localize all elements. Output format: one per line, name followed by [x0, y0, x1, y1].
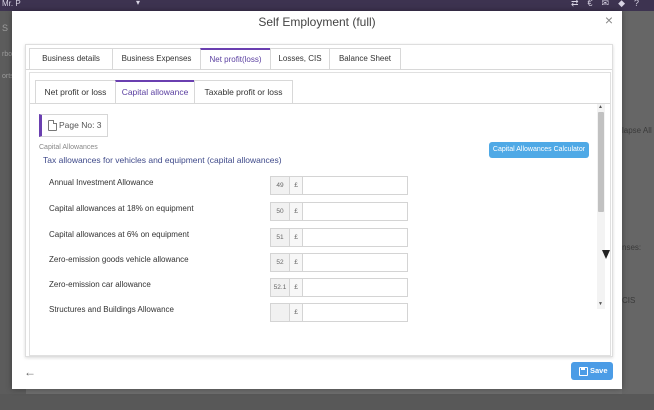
box-number: 52.1 [271, 279, 290, 296]
subtab-net-profit-or-loss[interactable]: Net profit or loss [35, 80, 116, 103]
capital-allowance-6-input[interactable] [303, 229, 406, 246]
close-icon[interactable]: × [605, 12, 613, 28]
top-icons: ⇄€✉◆? [571, 0, 648, 9]
page-number-badge: Page No: 3 [39, 114, 108, 137]
capital-allowance-18-input[interactable] [303, 203, 406, 220]
chevron-down-icon[interactable]: ▾ [136, 0, 140, 7]
row-label-structures-buildings: Structures and Buildings Allowance [49, 305, 174, 314]
scrollbar-thumb[interactable] [598, 112, 604, 212]
save-icon [579, 367, 588, 376]
box-number [271, 304, 290, 321]
right-fragment: lapse All [622, 126, 652, 135]
modal-body: Business details Business Expenses Net p… [25, 44, 613, 357]
back-arrow-icon[interactable]: ← [24, 365, 36, 379]
form-scrollbar[interactable]: ▲ ▼ [597, 104, 605, 309]
currency-symbol: £ [290, 279, 303, 296]
app-top-bar: Mr. P ▾ ⇄€✉◆? [0, 0, 654, 11]
capital-allowances-calculator-button[interactable]: Capital Allowances Calculator [489, 142, 589, 158]
page-number-label: Page No: 3 [59, 120, 102, 130]
help-icon[interactable]: ? [634, 0, 648, 8]
modal-title: Self Employment (full) [258, 15, 376, 29]
tab-losses-cis[interactable]: Losses, CIS [270, 48, 330, 69]
main-tab-bar: Business details Business Expenses Net p… [26, 45, 612, 70]
row-label-18-percent: Capital allowances at 18% on equipment [49, 204, 194, 213]
field-box-52-1: 52.1 £ [270, 278, 408, 297]
scroll-up-icon[interactable]: ▲ [598, 104, 603, 110]
subtab-capital-allowance[interactable]: Capital allowance [115, 80, 195, 103]
box-number: 51 [271, 229, 290, 246]
field-box-49: 49 £ [270, 176, 408, 195]
save-button[interactable]: Save [571, 362, 613, 380]
tab-net-profit-loss[interactable]: Net profit(loss) [200, 48, 271, 69]
sub-tab-bar: Net profit or loss Capital allowance Tax… [30, 73, 610, 104]
document-icon [48, 120, 57, 131]
euro-icon[interactable]: € [588, 0, 602, 8]
field-box-50: 50 £ [270, 202, 408, 221]
tab-business-expenses[interactable]: Business Expenses [112, 48, 201, 69]
section-heading: Capital Allowances [39, 144, 98, 151]
row-label-zero-emission-goods: Zero-emission goods vehicle allowance [49, 255, 189, 264]
field-box-structures: £ [270, 303, 408, 322]
currency-symbol: £ [290, 229, 303, 246]
sidebar-fragment: S [2, 23, 9, 33]
user-name[interactable]: Mr. P [2, 0, 21, 8]
tab-business-details[interactable]: Business details [29, 48, 113, 69]
box-number: 49 [271, 177, 290, 194]
self-employment-modal: Self Employment (full) × Business detail… [12, 11, 622, 389]
bell-icon[interactable]: ◆ [618, 0, 634, 8]
right-fragment: CIS [622, 296, 636, 305]
save-label: Save [590, 366, 608, 375]
currency-symbol: £ [290, 177, 303, 194]
row-label-annual-investment: Annual Investment Allowance [49, 178, 154, 187]
section-description: Tax allowances for vehicles and equipmen… [43, 155, 282, 165]
currency-symbol: £ [290, 304, 303, 321]
scroll-down-icon[interactable]: ▼ [598, 301, 603, 307]
box-number: 50 [271, 203, 290, 220]
app-bottom-bar [0, 394, 654, 410]
zero-emission-goods-vehicle-input[interactable] [303, 254, 406, 271]
currency-symbol: £ [290, 203, 303, 220]
right-fragment: nses: [622, 243, 642, 252]
row-label-6-percent: Capital allowances at 6% on equipment [49, 230, 190, 239]
structures-buildings-input[interactable] [303, 304, 406, 321]
capital-allowance-form[interactable]: Page No: 3 Capital Allowances Tax allowa… [30, 104, 610, 355]
tab-balance-sheet[interactable]: Balance Sheet [329, 48, 401, 69]
currency-symbol: £ [290, 254, 303, 271]
app-right-panel: lapse All CIS nses: [622, 11, 654, 410]
field-box-51: 51 £ [270, 228, 408, 247]
box-number: 52 [271, 254, 290, 271]
field-box-52: 52 £ [270, 253, 408, 272]
zero-emission-car-input[interactable] [303, 279, 406, 296]
row-label-zero-emission-car: Zero-emission car allowance [49, 280, 151, 289]
megaphone-icon[interactable]: ✉ [602, 0, 619, 8]
annual-investment-allowance-input[interactable] [303, 177, 406, 194]
subtab-taxable-profit-or-loss[interactable]: Taxable profit or loss [194, 80, 293, 103]
mouse-cursor-icon [602, 250, 610, 259]
net-profit-panel: Net profit or loss Capital allowance Tax… [29, 72, 611, 356]
exchange-icon[interactable]: ⇄ [571, 0, 588, 8]
